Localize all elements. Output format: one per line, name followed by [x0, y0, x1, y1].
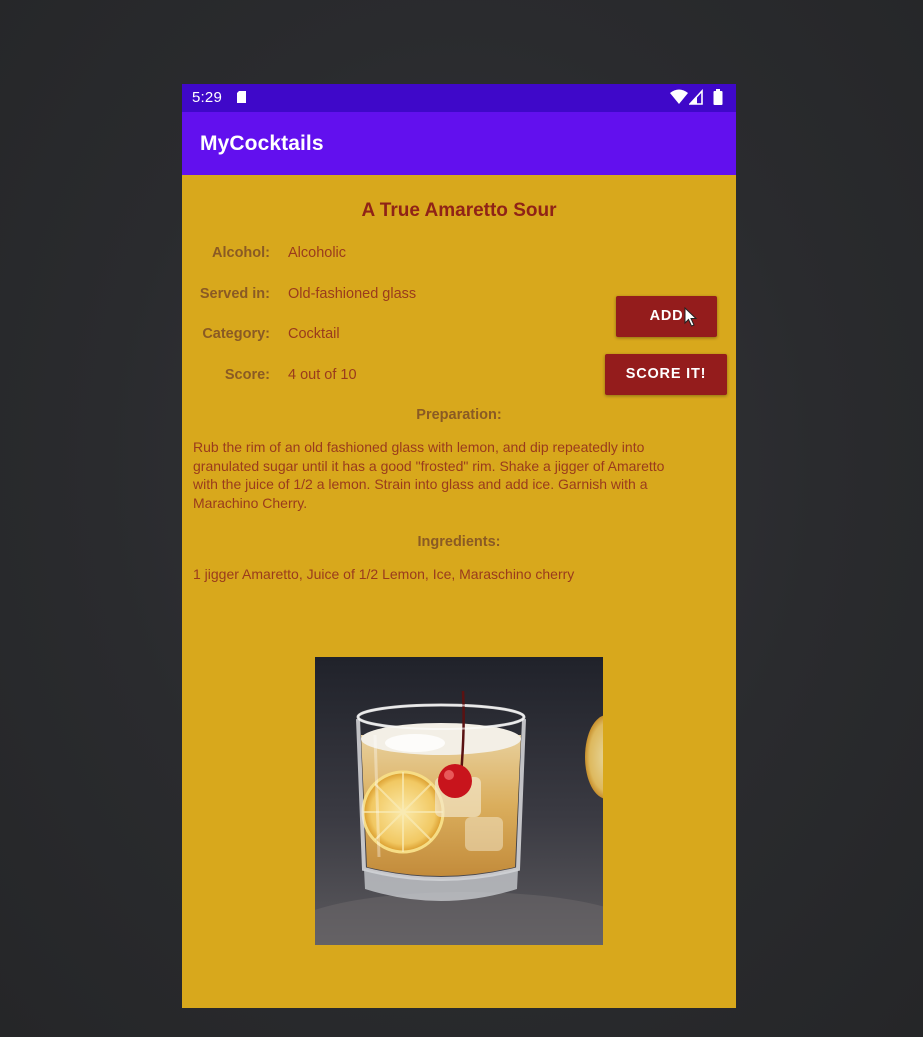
wifi-icon: [670, 89, 688, 104]
status-icons: [670, 89, 728, 105]
sd-card-icon: [237, 91, 246, 103]
battery-icon: [713, 89, 723, 105]
alcohol-label: Alcohol:: [212, 245, 270, 261]
status-bar: 5:29: [182, 84, 736, 112]
category-value: Cocktail: [288, 326, 340, 342]
preparation-text: Rub the rim of an old fashioned glass wi…: [193, 439, 665, 511]
signal-icon: [689, 89, 703, 105]
score-it-button[interactable]: SCORE IT!: [605, 354, 727, 395]
mouse-cursor-icon: [684, 307, 698, 327]
score-value: 4 out of 10: [288, 367, 357, 383]
cocktail-photo: [315, 657, 603, 945]
add-button[interactable]: ADD: [616, 296, 717, 337]
cocktail-detail: A True Amaretto Sour Alcohol: Alcoholic …: [182, 175, 736, 1008]
status-time: 5:29: [192, 89, 222, 106]
score-label: Score:: [224, 367, 270, 383]
ingredients-text: 1 jigger Amaretto, Juice of 1/2 Lemon, I…: [193, 566, 575, 582]
ingredients-heading: Ingredients:: [417, 534, 501, 550]
served-in-value: Old-fashioned glass: [288, 286, 417, 302]
preparation-heading: Preparation:: [416, 407, 502, 423]
served-in-label: Served in:: [199, 286, 270, 302]
app-bar: MyCocktails: [182, 112, 736, 175]
alcohol-value: Alcoholic: [288, 245, 347, 261]
phone-screen: 5:29 MyCocktails A True Amaretto Sour Al…: [182, 84, 736, 1008]
drink-title: A True Amaretto Sour: [361, 200, 557, 221]
amaretto-sour-image: [315, 657, 603, 945]
category-label: Category:: [202, 326, 270, 342]
app-title: MyCocktails: [200, 132, 324, 155]
